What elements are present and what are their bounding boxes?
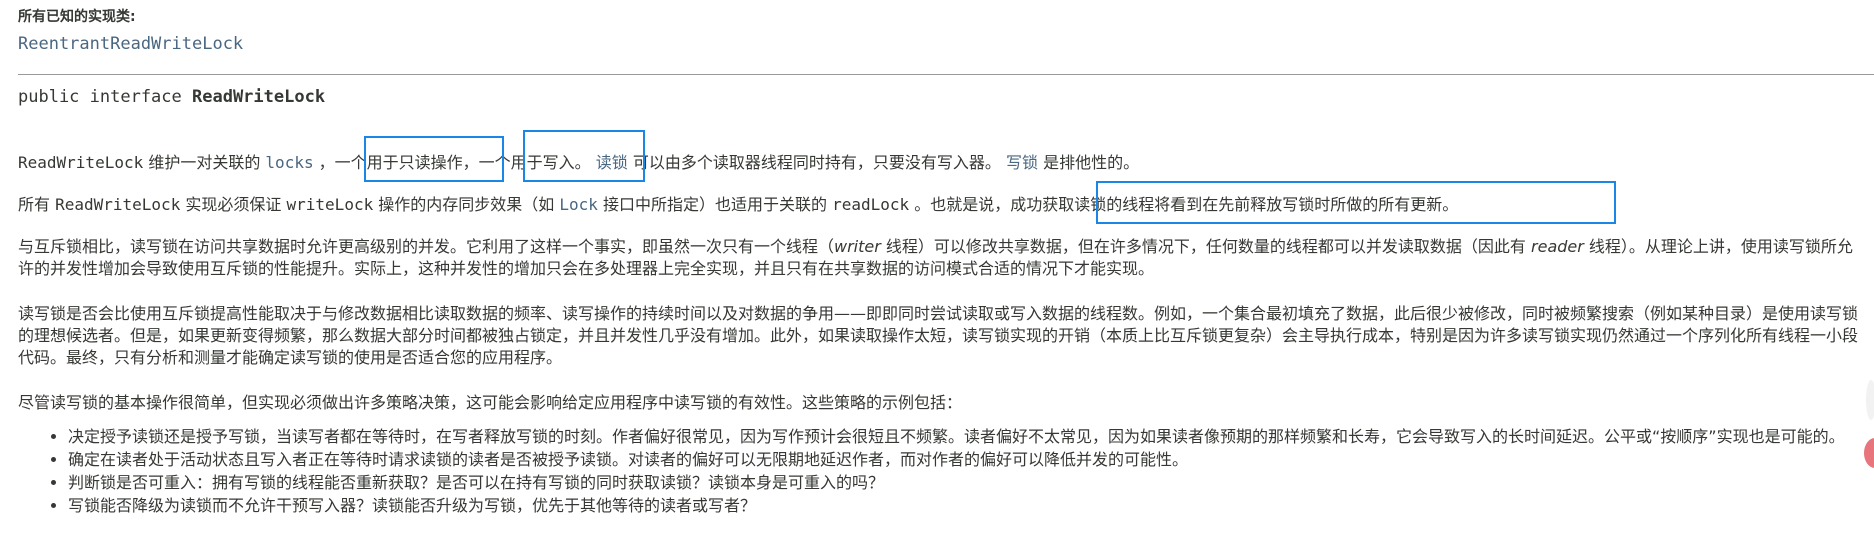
write-lock-link[interactable]: 写锁 [1006,153,1038,172]
text: 线程）可以修改共享数据，但在许多情况下，任何数量的线程都可以并发读取数据（因此有 [880,237,1532,256]
text: 实现必须保证 [180,195,287,214]
reentrant-read-write-lock-link[interactable]: ReentrantReadWriteLock [18,34,243,54]
interface-declaration: public interface ReadWriteLock [18,87,325,107]
locks-link[interactable]: locks [265,153,313,172]
section-divider [18,74,1874,75]
lock-interface-link[interactable]: Lock [559,195,598,214]
text: ，一个用于只读操作，一个用于写入。 [313,153,596,172]
emphasis: reader [1531,237,1584,256]
known-implementations-title: 所有已知的实现类: [18,9,136,25]
description-paragraph-3: 与互斥锁相比，读写锁在访问共享数据时允许更高级别的并发。它利用了这样一个事实，即… [18,236,1858,280]
description-paragraph-4: 读写锁是否会比使用互斥锁提高性能取决于与修改数据相比读取数据的频率、读写操作的持… [18,304,1859,367]
method-name: writeLock [286,195,374,214]
text: 。也就是说，成功获取读锁的线程将看到在先前释放写锁时所做的所有更新。 [909,195,1459,214]
read-lock-link[interactable]: 读锁 [596,153,628,172]
text: 维护一对关联的 [143,153,266,172]
list-item: 确定在读者处于活动状态且写入者正在等待时请求读锁的读者是否被授予读锁。对读者的偏… [68,449,1858,471]
text: 所有 [18,195,56,214]
list-item: 写锁能否降级为读锁而不允许干预写入器？读锁能否升级为写锁，优先于其他等待的读者或… [68,495,1858,517]
text: 操作的内存同步效果（如 [373,195,560,214]
description-paragraph-1: ReadWriteLock 维护一对关联的 locks ，一个用于只读操作，一个… [18,152,1858,174]
list-item: 决定授予读锁还是授予写锁，当读写者都在等待时，在写者释放写锁的时刻。作者偏好很常… [68,426,1858,448]
class-name: ReadWriteLock [18,153,144,172]
description-paragraph-5: 尽管读写锁的基本操作很简单，但实现必须做出许多策略决策，这可能会影响给定应用程序… [18,393,963,412]
interface-name: ReadWriteLock [192,87,326,107]
text: 可以由多个读取器线程同时持有，只要没有写入器。 [627,153,1006,172]
declaration-prefix: public interface [18,87,192,107]
method-name: readLock [832,195,910,214]
description-paragraph-2: 所有 ReadWriteLock 实现必须保证 writeLock 操作的内存同… [18,194,1858,216]
text: 与互斥锁相比，读写锁在访问共享数据时允许更高级别的并发。它利用了这样一个事实，即… [18,237,835,256]
edge-shadow [1866,380,1874,420]
class-name: ReadWriteLock [55,195,181,214]
text: 是排他性的。 [1038,153,1140,172]
floating-assistant-button[interactable] [1864,438,1874,468]
emphasis: writer [834,237,881,256]
text: 接口中所指定）也适用于关联的 [597,195,833,214]
strategy-list: 决定授予读锁还是授予写锁，当读写者都在等待时，在写者释放写锁的时刻。作者偏好很常… [18,426,1858,518]
list-item: 判断锁是否可重入：拥有写锁的线程能否重新获取？是否可以在持有写锁的同时获取读锁？… [68,472,1858,494]
